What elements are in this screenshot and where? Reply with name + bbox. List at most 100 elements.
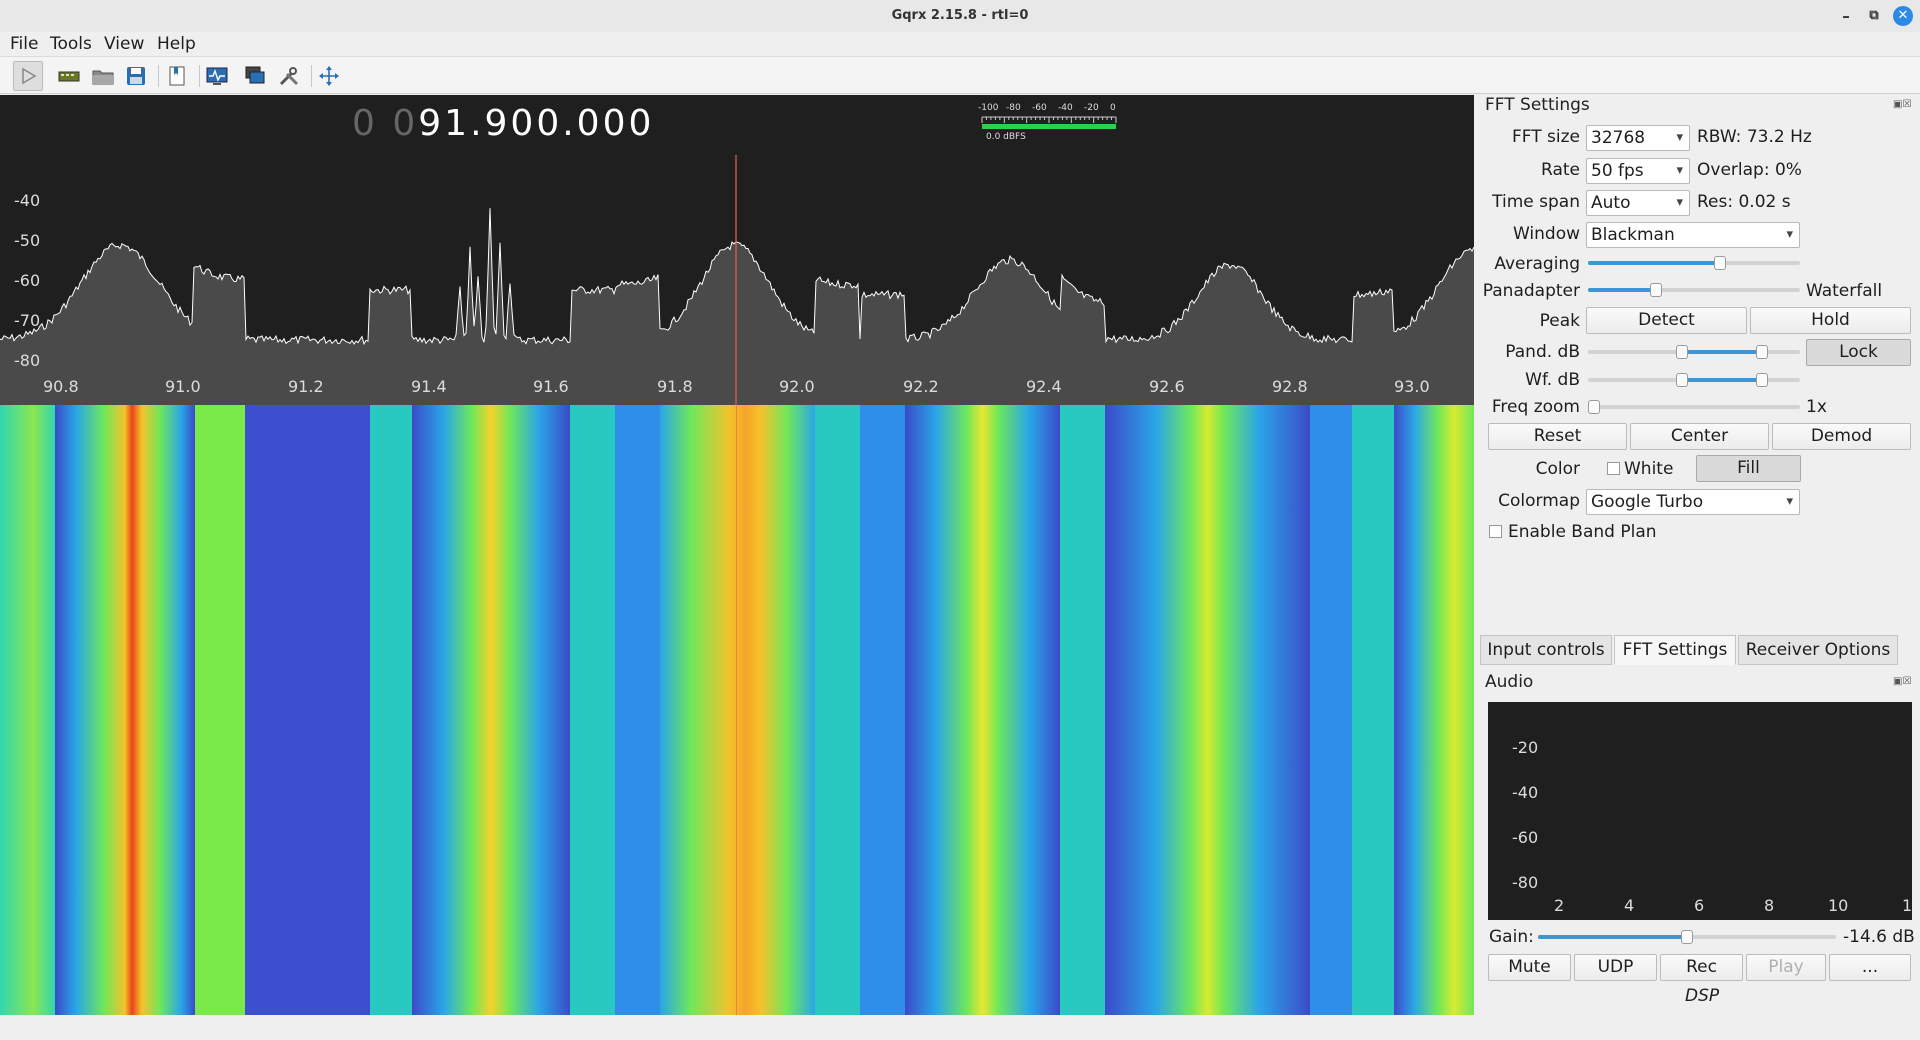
peak-label: Peak: [1539, 311, 1580, 331]
waterfall-band: [660, 405, 815, 1015]
pand-db-range-slider[interactable]: [1588, 344, 1800, 360]
averaging-slider[interactable]: [1588, 255, 1800, 271]
waterfall-band: [615, 405, 660, 1015]
rate-select[interactable]: 50 fps: [1586, 158, 1690, 184]
reset-button[interactable]: Reset: [1488, 423, 1627, 450]
close-icon[interactable]: ✕: [1893, 6, 1913, 26]
waterfall-center-line: [736, 405, 737, 1015]
smeter-scale-5: 0: [1110, 103, 1116, 113]
audio-y-tick: -40: [1512, 783, 1539, 802]
window-select[interactable]: Blackman: [1586, 222, 1800, 248]
toolbar: [0, 56, 1920, 94]
slider-handle-low[interactable]: [1676, 345, 1688, 359]
waterfall-band: [245, 405, 370, 1015]
waterfall-band: [0, 405, 55, 1015]
panadapter[interactable]: 0 091.900.000 -100 -80 -60 -40 -20 0 0.0…: [0, 95, 1474, 405]
play-icon[interactable]: [13, 61, 43, 91]
waterfall-band: [1352, 405, 1394, 1015]
detect-button[interactable]: Detect: [1586, 307, 1747, 334]
smeter-scale-3: -40: [1058, 103, 1073, 113]
freq-zoom-slider[interactable]: [1588, 399, 1800, 415]
audio-x-tick: 6: [1694, 896, 1705, 915]
lock-button[interactable]: Lock: [1806, 339, 1911, 366]
waterfall-band: [412, 405, 570, 1015]
dock-float-close-icon[interactable]: ▣☒: [1893, 99, 1911, 110]
screen-icon[interactable]: [240, 61, 270, 91]
dsp-label: DSP: [1685, 986, 1720, 1006]
plot-area[interactable]: 0 091.900.000 -100 -80 -60 -40 -20 0 0.0…: [0, 95, 1474, 1015]
waterfall-band: [1310, 405, 1352, 1015]
audio-x-tick: 4: [1624, 896, 1635, 915]
audio-options-button[interactable]: ...: [1829, 954, 1911, 981]
waterfall-band: [370, 405, 412, 1015]
menu-file[interactable]: File: [10, 34, 38, 54]
mute-button[interactable]: Mute: [1488, 954, 1571, 981]
spectrum-plot[interactable]: [0, 95, 1474, 405]
menu-view[interactable]: View: [104, 34, 144, 54]
rbw-readout: RBW: 73.2 Hz: [1697, 127, 1812, 147]
device-icon[interactable]: [54, 61, 84, 91]
slider-handle[interactable]: [1650, 283, 1662, 297]
audio-y-tick: -80: [1512, 873, 1539, 892]
bookmark-icon[interactable]: [162, 61, 192, 91]
panadapter-label: Panadapter: [1482, 281, 1580, 301]
frequency-display[interactable]: 0 091.900.000: [352, 103, 654, 144]
slider-handle[interactable]: [1588, 400, 1600, 414]
waterfall-band: [195, 405, 245, 1015]
maximize-icon[interactable]: ⧉: [1864, 6, 1884, 26]
tab-input-controls[interactable]: Input controls: [1480, 635, 1612, 665]
fft-size-select[interactable]: 32768: [1586, 125, 1690, 151]
frequency-leading-digits[interactable]: 0 0: [352, 103, 418, 144]
audio-x-tick: 2: [1554, 896, 1565, 915]
timespan-select[interactable]: Auto: [1586, 190, 1690, 216]
x-tick-label: 91.0: [165, 377, 201, 396]
open-folder-icon[interactable]: [88, 61, 118, 91]
wf-db-range-slider[interactable]: [1588, 372, 1800, 388]
averaging-label: Averaging: [1494, 254, 1580, 274]
menu-tools[interactable]: Tools: [50, 34, 92, 54]
x-tick-label: 91.6: [533, 377, 569, 396]
title-bar: Gqrx 2.15.8 - rtl=0 – ⧉ ✕: [0, 0, 1920, 32]
menu-help[interactable]: Help: [157, 34, 196, 54]
slider-handle-low[interactable]: [1676, 373, 1688, 387]
x-tick-label: 92.2: [903, 377, 939, 396]
frequency-value[interactable]: 91.900.000: [418, 103, 654, 144]
slider-handle[interactable]: [1681, 930, 1693, 944]
slider-handle[interactable]: [1714, 256, 1726, 270]
tools-icon[interactable]: [274, 61, 304, 91]
waterfall-band: [1394, 405, 1474, 1015]
tab-fft-settings[interactable]: FFT Settings: [1614, 635, 1736, 665]
center-button[interactable]: Center: [1630, 423, 1769, 450]
wf-db-label: Wf. dB: [1525, 370, 1580, 390]
save-icon[interactable]: [121, 61, 151, 91]
colormap-label: Colormap: [1498, 491, 1580, 511]
freq-zoom-value: 1x: [1806, 397, 1827, 417]
tab-receiver-options[interactable]: Receiver Options: [1738, 635, 1898, 665]
demod-button[interactable]: Demod: [1772, 423, 1911, 450]
gain-label: Gain:: [1489, 927, 1534, 947]
fill-button[interactable]: Fill: [1696, 455, 1801, 482]
dock-float-close-icon[interactable]: ▣☒: [1893, 676, 1911, 687]
resize-icon[interactable]: [314, 61, 344, 91]
rec-button[interactable]: Rec: [1660, 954, 1743, 981]
audio-fft-plot[interactable]: -20 -40 -60 -80 2 4 6 8 10 1: [1488, 702, 1912, 920]
x-tick-label: 91.8: [657, 377, 693, 396]
audio-gain-slider[interactable]: [1538, 929, 1836, 945]
spectrum-fill: [0, 208, 1474, 405]
white-checkbox[interactable]: [1607, 462, 1620, 475]
waterfall[interactable]: [0, 405, 1474, 1015]
band-plan-checkbox[interactable]: [1489, 525, 1502, 538]
panadapter-waterfall-split-slider[interactable]: [1588, 282, 1800, 298]
slider-handle-high[interactable]: [1756, 345, 1768, 359]
hold-button[interactable]: Hold: [1750, 307, 1911, 334]
remote-control-icon[interactable]: [202, 61, 232, 91]
smeter-scale-4: -20: [1084, 103, 1099, 113]
minimize-icon[interactable]: –: [1836, 6, 1856, 26]
pand-db-label: Pand. dB: [1505, 342, 1580, 362]
x-tick-label: 92.4: [1026, 377, 1062, 396]
colormap-select[interactable]: Google Turbo: [1586, 489, 1800, 515]
slider-handle-high[interactable]: [1756, 373, 1768, 387]
x-tick-label: 92.6: [1149, 377, 1185, 396]
udp-button[interactable]: UDP: [1574, 954, 1657, 981]
play-button[interactable]: Play: [1746, 954, 1826, 981]
